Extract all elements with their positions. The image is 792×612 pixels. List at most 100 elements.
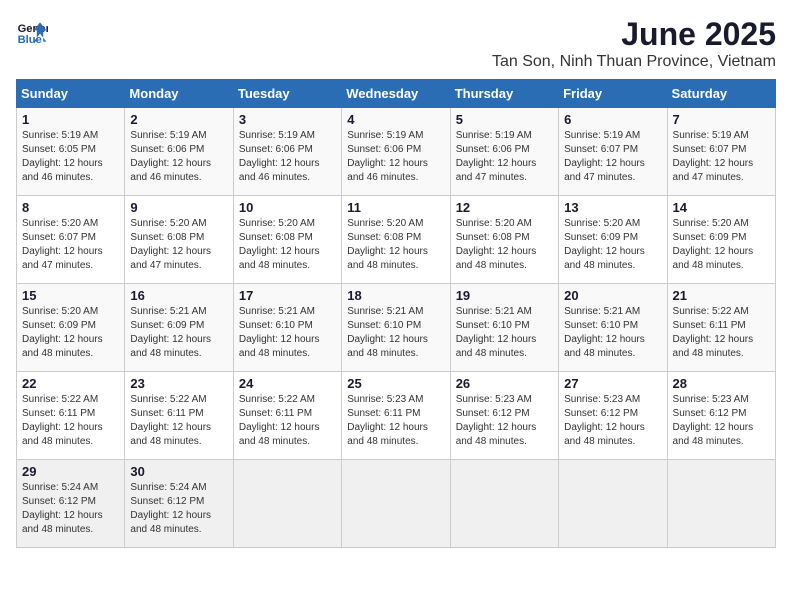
calendar-day-cell: 1 Sunrise: 5:19 AMSunset: 6:05 PMDaylight… xyxy=(17,108,125,196)
calendar-week-row: 15 Sunrise: 5:20 AMSunset: 6:09 PMDayligh… xyxy=(17,284,776,372)
calendar-table: SundayMondayTuesdayWednesdayThursdayFrid… xyxy=(16,79,776,548)
weekday-header-cell: Wednesday xyxy=(342,80,450,108)
day-detail: Sunrise: 5:23 AMSunset: 6:12 PMDaylight:… xyxy=(564,393,661,449)
day-detail: Sunrise: 5:22 AMSunset: 6:11 PMDaylight:… xyxy=(22,393,119,449)
day-detail: Sunrise: 5:21 AMSunset: 6:10 PMDaylight:… xyxy=(564,305,661,361)
day-detail: Sunrise: 5:19 AMSunset: 6:06 PMDaylight:… xyxy=(130,129,227,185)
calendar-day-cell xyxy=(233,460,341,548)
day-detail: Sunrise: 5:24 AMSunset: 6:12 PMDaylight:… xyxy=(22,481,119,537)
day-detail: Sunrise: 5:24 AMSunset: 6:12 PMDaylight:… xyxy=(130,481,227,537)
day-detail: Sunrise: 5:19 AMSunset: 6:05 PMDaylight:… xyxy=(22,129,119,185)
day-detail: Sunrise: 5:21 AMSunset: 6:10 PMDaylight:… xyxy=(347,305,444,361)
day-number: 4 xyxy=(347,112,444,127)
calendar-day-cell: 13Sunrise: 5:20 AMSunset: 6:09 PMDayligh… xyxy=(559,196,667,284)
calendar-day-cell: 15 Sunrise: 5:20 AMSunset: 6:09 PMDayligh… xyxy=(17,284,125,372)
logo-icon: General Blue xyxy=(16,16,48,48)
day-detail: Sunrise: 5:22 AMSunset: 6:11 PMDaylight:… xyxy=(130,393,227,449)
calendar-day-cell: 3 Sunrise: 5:19 AMSunset: 6:06 PMDaylight… xyxy=(233,108,341,196)
day-number: 1 xyxy=(22,112,119,127)
weekday-header-cell: Tuesday xyxy=(233,80,341,108)
calendar-subtitle: Tan Son, Ninh Thuan Province, Vietnam xyxy=(492,53,776,71)
weekday-header-cell: Friday xyxy=(559,80,667,108)
header: General Blue June 2025 Tan Son, Ninh Thu… xyxy=(16,16,776,71)
calendar-day-cell xyxy=(450,460,558,548)
day-number: 6 xyxy=(564,112,661,127)
calendar-week-row: 1 Sunrise: 5:19 AMSunset: 6:05 PMDaylight… xyxy=(17,108,776,196)
day-number: 29 xyxy=(22,464,119,479)
calendar-day-cell: 10 Sunrise: 5:20 AMSunset: 6:08 PMDayligh… xyxy=(233,196,341,284)
calendar-day-cell: 5Sunrise: 5:19 AMSunset: 6:06 PMDaylight… xyxy=(450,108,558,196)
calendar-day-cell: 19 Sunrise: 5:21 AMSunset: 6:10 PMDayligh… xyxy=(450,284,558,372)
day-detail: Sunrise: 5:23 AMSunset: 6:12 PMDaylight:… xyxy=(456,393,553,449)
svg-text:Blue: Blue xyxy=(18,34,42,46)
day-detail: Sunrise: 5:22 AMSunset: 6:11 PMDaylight:… xyxy=(673,305,770,361)
day-number: 14 xyxy=(673,200,770,215)
day-number: 18 xyxy=(347,288,444,303)
calendar-week-row: 8 Sunrise: 5:20 AMSunset: 6:07 PMDaylight… xyxy=(17,196,776,284)
day-detail: Sunrise: 5:20 AMSunset: 6:08 PMDaylight:… xyxy=(239,217,336,273)
calendar-day-cell: 21 Sunrise: 5:22 AMSunset: 6:11 PMDayligh… xyxy=(667,284,775,372)
calendar-day-cell: 4 Sunrise: 5:19 AMSunset: 6:06 PMDaylight… xyxy=(342,108,450,196)
day-number: 9 xyxy=(130,200,227,215)
calendar-day-cell: 27 Sunrise: 5:23 AMSunset: 6:12 PMDayligh… xyxy=(559,372,667,460)
calendar-week-row: 29 Sunrise: 5:24 AMSunset: 6:12 PMDayligh… xyxy=(17,460,776,548)
calendar-day-cell xyxy=(559,460,667,548)
calendar-day-cell: 18 Sunrise: 5:21 AMSunset: 6:10 PMDayligh… xyxy=(342,284,450,372)
calendar-week-row: 22 Sunrise: 5:22 AMSunset: 6:11 PMDayligh… xyxy=(17,372,776,460)
day-number: 5 xyxy=(456,112,553,127)
day-number: 15 xyxy=(22,288,119,303)
day-detail: Sunrise: 5:21 AMSunset: 6:10 PMDaylight:… xyxy=(456,305,553,361)
day-detail: Sunrise: 5:21 AMSunset: 6:10 PMDaylight:… xyxy=(239,305,336,361)
day-number: 26 xyxy=(456,376,553,391)
day-number: 19 xyxy=(456,288,553,303)
title-area: June 2025 Tan Son, Ninh Thuan Province, … xyxy=(492,16,776,71)
calendar-body: 1 Sunrise: 5:19 AMSunset: 6:05 PMDaylight… xyxy=(17,108,776,548)
day-number: 30 xyxy=(130,464,227,479)
day-detail: Sunrise: 5:20 AMSunset: 6:08 PMDaylight:… xyxy=(456,217,553,273)
day-number: 12 xyxy=(456,200,553,215)
day-number: 21 xyxy=(673,288,770,303)
day-number: 2 xyxy=(130,112,227,127)
weekday-header: SundayMondayTuesdayWednesdayThursdayFrid… xyxy=(17,80,776,108)
day-number: 7 xyxy=(673,112,770,127)
calendar-day-cell: 2 Sunrise: 5:19 AMSunset: 6:06 PMDaylight… xyxy=(125,108,233,196)
day-number: 3 xyxy=(239,112,336,127)
day-number: 24 xyxy=(239,376,336,391)
day-detail: Sunrise: 5:19 AMSunset: 6:07 PMDaylight:… xyxy=(564,129,661,185)
day-number: 17 xyxy=(239,288,336,303)
calendar-day-cell: 8 Sunrise: 5:20 AMSunset: 6:07 PMDaylight… xyxy=(17,196,125,284)
day-number: 16 xyxy=(130,288,227,303)
day-detail: Sunrise: 5:21 AMSunset: 6:09 PMDaylight:… xyxy=(130,305,227,361)
day-number: 23 xyxy=(130,376,227,391)
day-detail: Sunrise: 5:19 AMSunset: 6:06 PMDaylight:… xyxy=(347,129,444,185)
calendar-title: June 2025 xyxy=(492,16,776,53)
calendar-day-cell: 12 Sunrise: 5:20 AMSunset: 6:08 PMDayligh… xyxy=(450,196,558,284)
day-detail: Sunrise: 5:19 AMSunset: 6:06 PMDaylight:… xyxy=(239,129,336,185)
day-detail: Sunrise: 5:19 AMSunset: 6:07 PMDaylight:… xyxy=(673,129,770,185)
calendar-day-cell: 24Sunrise: 5:22 AMSunset: 6:11 PMDayligh… xyxy=(233,372,341,460)
calendar-day-cell: 17 Sunrise: 5:21 AMSunset: 6:10 PMDayligh… xyxy=(233,284,341,372)
calendar-day-cell: 29 Sunrise: 5:24 AMSunset: 6:12 PMDayligh… xyxy=(17,460,125,548)
calendar-day-cell: 30 Sunrise: 5:24 AMSunset: 6:12 PMDayligh… xyxy=(125,460,233,548)
calendar-day-cell: 6 Sunrise: 5:19 AMSunset: 6:07 PMDaylight… xyxy=(559,108,667,196)
day-number: 22 xyxy=(22,376,119,391)
logo: General Blue xyxy=(16,16,48,48)
day-number: 10 xyxy=(239,200,336,215)
calendar-day-cell: 22 Sunrise: 5:22 AMSunset: 6:11 PMDayligh… xyxy=(17,372,125,460)
day-detail: Sunrise: 5:20 AMSunset: 6:09 PMDaylight:… xyxy=(673,217,770,273)
calendar-day-cell xyxy=(342,460,450,548)
day-number: 28 xyxy=(673,376,770,391)
day-detail: Sunrise: 5:20 AMSunset: 6:07 PMDaylight:… xyxy=(22,217,119,273)
day-number: 27 xyxy=(564,376,661,391)
calendar-day-cell: 23 Sunrise: 5:22 AMSunset: 6:11 PMDayligh… xyxy=(125,372,233,460)
day-number: 20 xyxy=(564,288,661,303)
day-number: 25 xyxy=(347,376,444,391)
calendar-day-cell: 14 Sunrise: 5:20 AMSunset: 6:09 PMDayligh… xyxy=(667,196,775,284)
calendar-day-cell: 25 Sunrise: 5:23 AMSunset: 6:11 PMDayligh… xyxy=(342,372,450,460)
weekday-header-cell: Sunday xyxy=(17,80,125,108)
calendar-day-cell: 28Sunrise: 5:23 AMSunset: 6:12 PMDayligh… xyxy=(667,372,775,460)
calendar-day-cell: 16 Sunrise: 5:21 AMSunset: 6:09 PMDayligh… xyxy=(125,284,233,372)
day-detail: Sunrise: 5:23 AMSunset: 6:11 PMDaylight:… xyxy=(347,393,444,449)
day-detail: Sunrise: 5:20 AMSunset: 6:09 PMDaylight:… xyxy=(22,305,119,361)
day-number: 8 xyxy=(22,200,119,215)
